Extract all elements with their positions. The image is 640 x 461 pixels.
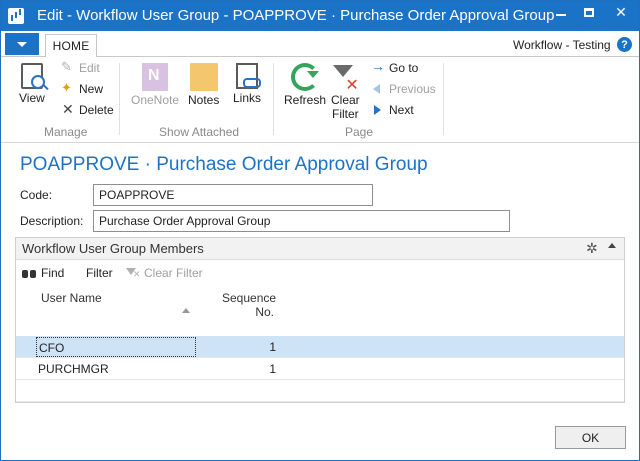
- links-label: Links: [233, 91, 262, 105]
- next-label: Next: [389, 103, 414, 117]
- previous-label: Previous: [389, 82, 436, 96]
- links-button[interactable]: Links: [233, 63, 261, 105]
- delete-button[interactable]: Delete: [61, 101, 114, 118]
- clear-filter-icon: [331, 63, 359, 95]
- onenote-label: OneNote: [131, 93, 180, 107]
- page-title: POAPPROVE · Purchase Order Approval Grou…: [20, 154, 428, 175]
- table-row[interactable]: [16, 380, 624, 402]
- members-subpage: Workflow User Group Members ✲ Find Filte…: [15, 237, 625, 403]
- cell-user-name[interactable]: CFO: [36, 337, 196, 357]
- previous-icon: [371, 82, 385, 96]
- filter-label: Filter: [86, 266, 113, 280]
- tab-home[interactable]: HOME: [45, 34, 97, 58]
- code-label: Code:: [20, 188, 53, 202]
- company-name: Workflow - Testing: [513, 38, 611, 52]
- delete-label: Delete: [79, 103, 114, 117]
- notes-label: Notes: [188, 93, 220, 107]
- refresh-icon: [291, 63, 320, 91]
- new-label: New: [79, 82, 104, 96]
- close-icon: ✕: [615, 3, 627, 20]
- filter-button[interactable]: Filter: [86, 266, 113, 280]
- code-field[interactable]: POAPPROVE: [93, 184, 373, 206]
- app-icon: [8, 8, 24, 24]
- links-icon: [236, 63, 261, 89]
- column-header-sequence-line1: Sequence: [222, 291, 277, 305]
- onenote-button[interactable]: OneNote: [131, 63, 179, 107]
- subpage-header: Workflow User Group Members ✲: [16, 238, 624, 260]
- gear-icon[interactable]: ✲: [586, 240, 602, 256]
- window: Edit - Workflow User Group - POAPPROVE ·…: [0, 0, 640, 461]
- next-button[interactable]: Next: [371, 103, 414, 117]
- binoculars-icon: [22, 268, 37, 279]
- cell-sequence-no[interactable]: 1: [256, 362, 276, 376]
- title-bar: Edit - Workflow User Group - POAPPROVE ·…: [1, 1, 639, 31]
- edit-label: Edit: [79, 61, 100, 75]
- new-button[interactable]: New: [61, 80, 104, 96]
- group-caption-page: Page: [345, 125, 374, 139]
- group-divider: [273, 63, 274, 135]
- chevron-down-icon: [17, 41, 27, 47]
- view-button[interactable]: View: [19, 63, 45, 105]
- column-header-sequence[interactable]: Sequence No.: [222, 291, 277, 319]
- clear-filter-label-line1: Clear: [331, 93, 360, 107]
- ribbon-tab-row: HOME Workflow - Testing ?: [1, 31, 639, 58]
- clear-filter-label-line2: Filter: [332, 107, 359, 121]
- group-divider: [443, 63, 444, 135]
- edit-button[interactable]: Edit: [61, 59, 100, 75]
- close-button[interactable]: ✕: [603, 1, 639, 23]
- next-icon: [371, 103, 385, 117]
- sort-ascending-icon: [182, 308, 190, 313]
- refresh-button[interactable]: Refresh: [284, 63, 326, 107]
- window-title: Edit - Workflow User Group - POAPPROVE ·…: [37, 7, 555, 24]
- goto-button[interactable]: Go to: [371, 58, 419, 75]
- view-icon: [20, 63, 45, 89]
- description-label: Description:: [20, 214, 84, 228]
- find-label: Find: [41, 266, 65, 280]
- maximize-button[interactable]: [575, 1, 603, 23]
- goto-label: Go to: [389, 61, 419, 75]
- view-label: View: [19, 91, 45, 105]
- column-header-user-name[interactable]: User Name: [41, 291, 102, 305]
- new-icon: [61, 80, 75, 96]
- clear-filter-button[interactable]: Clear Filter: [331, 63, 360, 121]
- group-caption-manage: Manage: [44, 125, 88, 139]
- clear-filter-subpage-button[interactable]: Clear Filter: [126, 266, 203, 280]
- notes-icon: [189, 63, 218, 91]
- cell-sequence-no[interactable]: 1: [256, 340, 276, 354]
- find-button[interactable]: Find: [22, 266, 64, 280]
- group-divider: [119, 63, 120, 135]
- refresh-label: Refresh: [284, 93, 327, 107]
- ok-button[interactable]: OK: [555, 426, 626, 449]
- subpage-title: Workflow User Group Members: [22, 241, 204, 256]
- previous-button[interactable]: Previous: [371, 82, 436, 96]
- minimize-icon: [556, 14, 566, 16]
- onenote-icon: [142, 63, 169, 91]
- chevron-up-icon[interactable]: [608, 243, 616, 248]
- cell-user-name[interactable]: PURCHMGR: [38, 362, 109, 376]
- arrow-right-icon: [371, 58, 385, 75]
- clear-filter-icon: [126, 267, 141, 280]
- help-icon[interactable]: ?: [617, 37, 632, 52]
- description-field[interactable]: Purchase Order Approval Group: [93, 210, 510, 232]
- maximize-icon: [584, 7, 594, 17]
- ribbon: View Edit New Delete Manage OneNote Note…: [1, 57, 639, 143]
- edit-icon: [61, 59, 75, 75]
- subpage-action-bar: Find Filter Clear Filter: [16, 260, 624, 286]
- minimize-button[interactable]: [547, 1, 575, 23]
- column-header-sequence-line2: No.: [255, 305, 274, 319]
- table-row[interactable]: CFO 1: [16, 336, 624, 358]
- group-caption-show-attached: Show Attached: [159, 125, 240, 139]
- delete-icon: [61, 101, 75, 118]
- notes-button[interactable]: Notes: [188, 63, 219, 107]
- table-row[interactable]: PURCHMGR 1: [16, 358, 624, 380]
- clear-filter-subpage-label: Clear Filter: [144, 266, 203, 280]
- application-menu-button[interactable]: [5, 33, 39, 55]
